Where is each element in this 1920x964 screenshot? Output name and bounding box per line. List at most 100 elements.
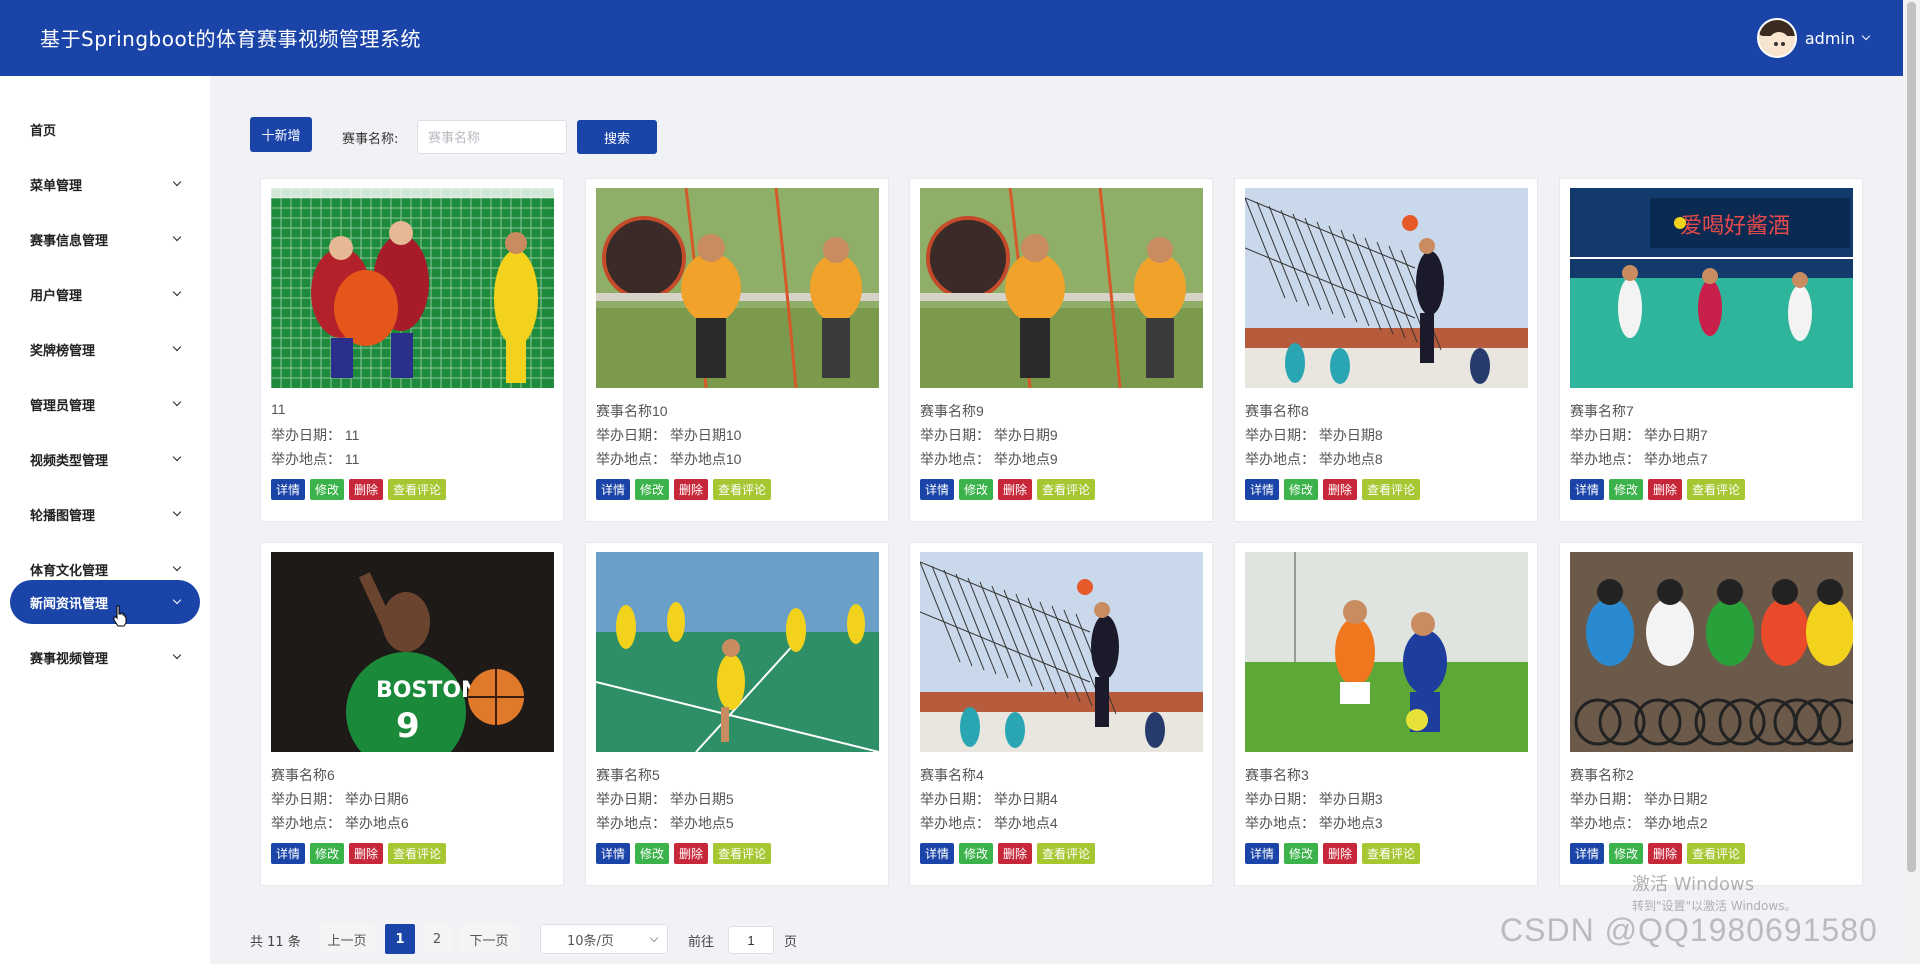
edit-button[interactable]: 修改 (1284, 479, 1319, 500)
view-comments-button[interactable]: 查看评论 (1362, 843, 1421, 864)
sidebar-item-label: 赛事信息管理 (30, 233, 109, 249)
delete-button[interactable]: 删除 (1323, 479, 1358, 500)
event-place: 举办地点： 举办地点4 (920, 815, 1058, 831)
sidebar-item-home[interactable]: 首页 (10, 107, 200, 151)
delete-button[interactable]: 删除 (674, 479, 709, 500)
sidebar-item-menu[interactable]: 菜单管理 (10, 162, 200, 206)
detail-button[interactable]: 详情 (1570, 479, 1605, 500)
view-comments-button[interactable]: 查看评论 (713, 479, 772, 500)
chevron-down-icon (172, 232, 182, 242)
sidebar-item-event-info[interactable]: 赛事信息管理 (10, 217, 200, 261)
page-1-button[interactable]: 1 (385, 924, 415, 954)
edit-button[interactable]: 修改 (635, 479, 670, 500)
sidebar-item-carousel[interactable]: 轮播图管理 (10, 492, 200, 536)
delete-button[interactable]: 删除 (674, 843, 709, 864)
sidebar-item-label: 视频类型管理 (30, 453, 109, 469)
user-menu[interactable]: admin (1756, 18, 1871, 58)
event-name: 赛事名称4 (920, 767, 984, 783)
goto-page-input[interactable] (728, 926, 774, 954)
detail-button[interactable]: 详情 (1245, 843, 1280, 864)
edit-button[interactable]: 修改 (635, 843, 670, 864)
sidebar-item-event-videos[interactable]: 赛事视频管理 (10, 635, 200, 679)
sidebar-item-news[interactable]: 新闻资讯管理 (10, 580, 200, 624)
tug-of-war-kids-photo[interactable] (596, 188, 879, 388)
volleyball-spike-photo[interactable] (1245, 188, 1528, 388)
volleyball-spike-photo[interactable] (920, 552, 1203, 752)
view-comments-button[interactable]: 查看评论 (1037, 843, 1096, 864)
delete-button[interactable]: 删除 (998, 479, 1033, 500)
edit-button[interactable]: 修改 (1609, 843, 1644, 864)
detail-button[interactable]: 详情 (1570, 843, 1605, 864)
detail-button[interactable]: 详情 (920, 843, 955, 864)
delete-button[interactable]: 删除 (998, 843, 1033, 864)
page-scrollbar[interactable] (1903, 0, 1920, 964)
page-size-select[interactable]: 10条/页 (540, 924, 668, 954)
view-comments-button[interactable]: 查看评论 (713, 843, 772, 864)
view-comments-button[interactable]: 查看评论 (1362, 479, 1421, 500)
edit-button[interactable]: 修改 (959, 843, 994, 864)
search-button[interactable]: 搜索 (577, 120, 657, 154)
tug-of-war-kids-photo[interactable] (920, 188, 1203, 388)
view-comments-button[interactable]: 查看评论 (388, 843, 447, 864)
futsal-goalkeeper-photo[interactable] (271, 188, 554, 388)
basketball-player-photo[interactable]: BOSTON 9 (271, 552, 554, 752)
sidebar-item-users[interactable]: 用户管理 (10, 272, 200, 316)
event-date: 举办日期： 举办日期10 (596, 427, 742, 443)
username[interactable]: admin (1805, 29, 1855, 48)
event-date: 举办日期： 举办日期2 (1570, 791, 1708, 807)
view-comments-button[interactable]: 查看评论 (1687, 479, 1746, 500)
event-name: 赛事名称3 (1245, 767, 1309, 783)
chevron-down-icon (172, 287, 182, 297)
edit-button[interactable]: 修改 (1609, 479, 1644, 500)
delete-button[interactable]: 删除 (349, 843, 384, 864)
view-comments-button[interactable]: 查看评论 (1687, 843, 1746, 864)
badminton-court-photo[interactable] (596, 552, 879, 752)
svg-text:爱喝好酱酒: 爱喝好酱酒 (1680, 214, 1790, 239)
edit-button[interactable]: 修改 (310, 843, 345, 864)
event-name: 赛事名称10 (596, 403, 668, 419)
edit-button[interactable]: 修改 (1284, 843, 1319, 864)
event-card: 赛事名称3 举办日期： 举办日期3 举办地点： 举办地点3 详情 修改 删除 查看评论 (1234, 542, 1538, 886)
view-comments-button[interactable]: 查看评论 (388, 479, 447, 500)
sidebar-item-admins[interactable]: 管理员管理 (10, 382, 200, 426)
chevron-down-icon (649, 933, 659, 943)
search-input[interactable] (417, 120, 567, 154)
detail-button[interactable]: 详情 (920, 479, 955, 500)
svg-text:9: 9 (396, 706, 420, 746)
sidebar: 首页 菜单管理 赛事信息管理 用户管理 奖牌榜管理 管理员管理 视频类型管理 轮… (0, 76, 210, 964)
edit-button[interactable]: 修改 (310, 479, 345, 500)
event-name: 赛事名称7 (1570, 403, 1634, 419)
cycling-race-photo[interactable] (1570, 552, 1853, 752)
edit-button[interactable]: 修改 (959, 479, 994, 500)
chevron-down-icon[interactable] (1861, 31, 1871, 41)
add-button[interactable]: 十新增 (250, 117, 312, 152)
prev-page-button[interactable]: 上一页 (318, 924, 376, 954)
detail-button[interactable]: 详情 (271, 843, 306, 864)
delete-button[interactable]: 删除 (1323, 843, 1358, 864)
delete-button[interactable]: 删除 (349, 479, 384, 500)
delete-button[interactable]: 删除 (1648, 843, 1683, 864)
sidebar-item-video-types[interactable]: 视频类型管理 (10, 437, 200, 481)
pagination-total: 共 11 条 (250, 935, 301, 950)
detail-button[interactable]: 详情 (596, 479, 631, 500)
event-place: 举办地点： 11 (271, 451, 360, 467)
kids-football-photo[interactable] (1245, 552, 1528, 752)
detail-button[interactable]: 详情 (596, 843, 631, 864)
event-name: 赛事名称8 (1245, 403, 1309, 419)
goto-label: 前往 (688, 935, 715, 950)
delete-button[interactable]: 删除 (1648, 479, 1683, 500)
chevron-down-icon (172, 650, 182, 660)
avatar[interactable] (1756, 18, 1797, 58)
chevron-down-icon (172, 562, 182, 572)
event-date: 举办日期： 举办日期4 (920, 791, 1058, 807)
detail-button[interactable]: 详情 (1245, 479, 1280, 500)
detail-button[interactable]: 详情 (271, 479, 306, 500)
search-label: 赛事名称: (342, 132, 399, 147)
page-2-button[interactable]: 2 (422, 924, 452, 954)
scrollbar-thumb[interactable] (1907, 2, 1916, 872)
next-page-button[interactable]: 下一页 (459, 924, 519, 954)
indoor-volleyball-photo[interactable]: 爱喝好酱酒 (1570, 188, 1853, 388)
sidebar-item-medals[interactable]: 奖牌榜管理 (10, 327, 200, 371)
view-comments-button[interactable]: 查看评论 (1037, 479, 1096, 500)
page-suffix: 页 (784, 935, 798, 950)
